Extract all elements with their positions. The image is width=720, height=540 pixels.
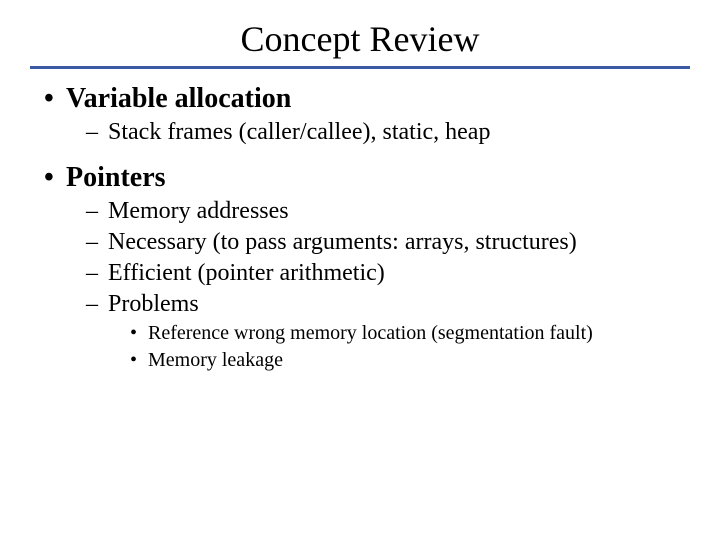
list-item: –Efficient (pointer arithmetic) — [86, 260, 690, 287]
list-item: –Memory addresses — [86, 198, 690, 225]
sub-list-item: •Reference wrong memory location (segmen… — [130, 322, 690, 345]
dash-icon: – — [86, 229, 108, 256]
dash-icon: – — [86, 291, 108, 318]
sub-list-item-text: Reference wrong memory location (segment… — [148, 322, 593, 344]
dash-icon: – — [86, 260, 108, 287]
list-item: –Necessary (to pass arguments: arrays, s… — [86, 229, 690, 256]
bullet-icon: • — [130, 349, 148, 372]
section-heading: •Pointers — [44, 162, 690, 194]
bullet-icon: • — [44, 83, 66, 115]
list-item-text: Problems — [108, 291, 199, 317]
sub-list-item-text: Memory leakage — [148, 349, 283, 371]
list-item: –Problems — [86, 291, 690, 318]
list-item-text: Stack frames (caller/callee), static, he… — [108, 119, 490, 145]
section-heading-text: Pointers — [66, 162, 166, 193]
list-item-text: Efficient (pointer arithmetic) — [108, 260, 385, 286]
title-underline — [30, 66, 690, 69]
sub-list-item: •Memory leakage — [130, 349, 690, 372]
list-item-text: Necessary (to pass arguments: arrays, st… — [108, 229, 577, 255]
dash-icon: – — [86, 119, 108, 146]
slide-title: Concept Review — [30, 18, 690, 60]
slide: Concept Review •Variable allocation –Sta… — [0, 0, 720, 540]
bullet-icon: • — [44, 162, 66, 194]
list-item-text: Memory addresses — [108, 198, 289, 224]
bullet-icon: • — [130, 322, 148, 345]
section-heading-text: Variable allocation — [66, 83, 291, 114]
section-heading: •Variable allocation — [44, 83, 690, 115]
list-item: –Stack frames (caller/callee), static, h… — [86, 119, 690, 146]
dash-icon: – — [86, 198, 108, 225]
